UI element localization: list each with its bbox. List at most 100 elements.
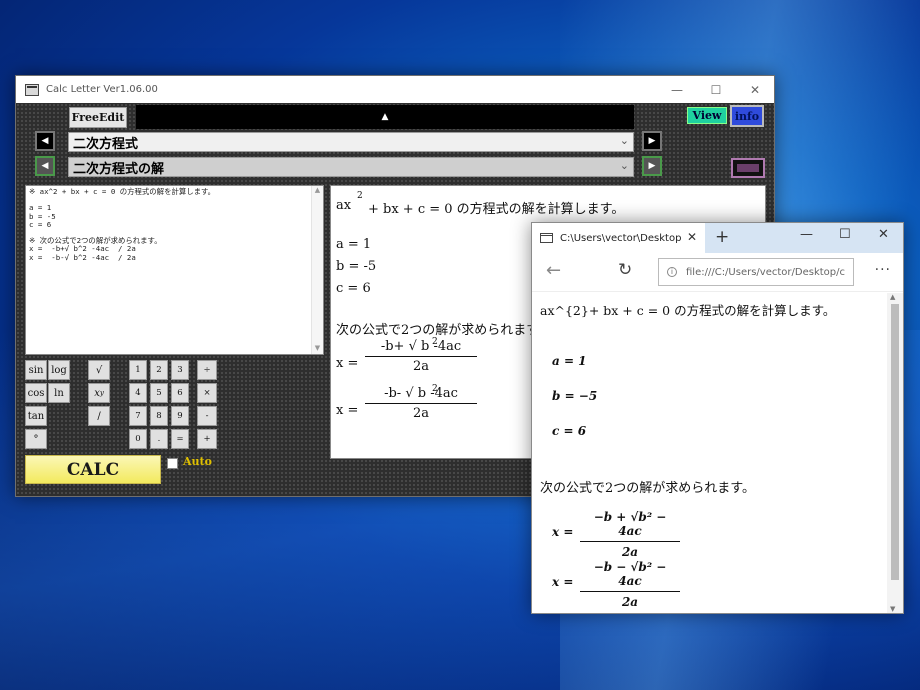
tan-key[interactable]: tan	[25, 406, 47, 426]
fraction-bar	[365, 356, 477, 357]
scroll-up-icon: ▲	[314, 186, 321, 194]
sin-key[interactable]: sin	[25, 360, 47, 380]
key-4[interactable]: 4	[129, 383, 147, 403]
scroll-down-icon: ▼	[314, 344, 321, 352]
formula-editor[interactable]: ※ ax^2 + bx + c = 0 の方程式の解を計算します。 a = 1 …	[25, 185, 324, 355]
preview-x2-numerator: -b- √ b -4ac	[384, 386, 458, 401]
preview-x1-eq: x =	[336, 356, 359, 371]
key-2[interactable]: 2	[150, 360, 168, 380]
editor-scrollbar[interactable]: ▲ ▼	[311, 186, 323, 354]
preview-x1-numerator: -b+ √ b -4ac	[380, 339, 462, 354]
prev-item-button[interactable]: ◀	[35, 156, 55, 176]
key-8[interactable]: 8	[150, 406, 168, 426]
log-key[interactable]: log	[48, 360, 70, 380]
calc-button[interactable]: CALC	[25, 455, 161, 484]
next-item-button[interactable]: ▶	[642, 156, 662, 176]
preview-line1-rest: + bx + c = 0 の方程式の解を計算します。	[368, 202, 625, 217]
url-text: file:///C:/Users/vector/Desktop/c	[686, 266, 845, 278]
degree-key[interactable]: °	[25, 429, 47, 449]
preview-x2-fraction: -b- √ b -4ac 2a	[365, 386, 477, 421]
page-x1-fraction: −b + √b² − 4ac 2a	[580, 510, 680, 559]
browser-close-button[interactable]: ✕	[878, 227, 889, 242]
preview-x2-denominator: 2a	[412, 406, 430, 421]
refresh-icon[interactable]: ↻	[618, 260, 632, 280]
browser-window: C:\Users\vector\Desktop ✕ + — ☐ ✕ ← ↻ i …	[531, 222, 904, 614]
page-x1-eq: x =	[552, 525, 574, 539]
ln-key[interactable]: ln	[48, 383, 70, 403]
window-title: Calc Letter Ver1.06.00	[46, 84, 158, 95]
key-7[interactable]: 7	[129, 406, 147, 426]
dot-key[interactable]: .	[150, 429, 168, 449]
power-key-exp: y	[99, 389, 104, 397]
prev-category-button[interactable]: ◀	[35, 131, 55, 151]
app-icon	[25, 83, 39, 96]
preview-x2-eq: x =	[336, 403, 359, 418]
page-icon	[540, 233, 553, 243]
page-formula-intro: 次の公式で2つの解が求められます。	[540, 481, 755, 496]
info-button[interactable]: info	[730, 105, 764, 127]
slash-key[interactable]: /	[88, 406, 110, 426]
page-a: a = 1	[552, 354, 587, 368]
collapse-bar-button[interactable]: ▲	[136, 105, 634, 129]
key-0[interactable]: 0	[129, 429, 147, 449]
category-select-value: 二次方程式	[73, 136, 139, 152]
key-1[interactable]: 1	[129, 360, 147, 380]
page-x2-eq: x =	[552, 575, 574, 589]
sqrt-key[interactable]: √	[88, 360, 110, 380]
scrollbar-thumb[interactable]	[891, 304, 899, 580]
preview-a: a = 1	[336, 237, 372, 252]
plus-key[interactable]: +	[197, 429, 217, 449]
multiply-key[interactable]: ×	[197, 383, 217, 403]
fraction-bar	[365, 403, 477, 404]
next-category-button[interactable]: ▶	[642, 131, 662, 151]
back-arrow-icon[interactable]: ←	[546, 260, 561, 281]
power-key[interactable]: xy	[88, 383, 110, 403]
color-toggle-button[interactable]	[731, 158, 765, 178]
close-button[interactable]: ✕	[732, 76, 774, 103]
tab-close-icon[interactable]: ✕	[687, 230, 697, 244]
browser-minimize-button[interactable]: —	[800, 227, 813, 242]
triangle-right-icon: ▶	[648, 136, 656, 146]
tab-strip: C:\Users\vector\Desktop ✕ + — ☐ ✕	[532, 223, 903, 253]
preview-c: c = 6	[336, 281, 371, 296]
divide-key[interactable]: ÷	[197, 360, 217, 380]
fraction-bar	[580, 541, 680, 542]
title-bar: Calc Letter Ver1.06.00 — ☐ ✕	[16, 76, 774, 103]
view-button[interactable]: View	[687, 107, 727, 124]
key-3[interactable]: 3	[171, 360, 189, 380]
page-line1: ax^{2}+ bx + c = 0 の方程式の解を計算します。	[540, 303, 836, 318]
equals-key[interactable]: =	[171, 429, 189, 449]
page-x2-fraction: −b − √b² − 4ac 2a	[580, 560, 680, 609]
page-content: ax^{2}+ bx + c = 0 の方程式の解を計算します。 a = 1 b…	[532, 293, 888, 613]
freeedit-button[interactable]: FreeEdit	[69, 107, 127, 128]
minus-key[interactable]: -	[197, 406, 217, 426]
category-select[interactable]: 二次方程式 ⌄	[68, 132, 634, 152]
address-bar[interactable]: i file:///C:/Users/vector/Desktop/c	[658, 258, 854, 286]
info-icon: i	[667, 267, 677, 277]
auto-checkbox[interactable]	[167, 458, 178, 469]
preview-x1-exponent: 2	[432, 337, 438, 347]
preview-line1-ax: ax	[336, 198, 352, 213]
cos-key[interactable]: cos	[25, 383, 47, 403]
scroll-up-icon: ▲	[890, 293, 896, 301]
key-6[interactable]: 6	[171, 383, 189, 403]
preview-formula-intro: 次の公式で2つの解が求められます。	[336, 323, 551, 338]
auto-label: Auto	[183, 455, 212, 468]
key-5[interactable]: 5	[150, 383, 168, 403]
nav-bar: ← ↻ i file:///C:/Users/vector/Desktop/c …	[532, 253, 903, 292]
new-tab-button[interactable]: +	[715, 227, 729, 247]
preview-b: b = -5	[336, 259, 377, 274]
editor-text: ※ ax^2 + bx + c = 0 の方程式の解を計算します。 a = 1 …	[29, 187, 216, 262]
browser-tab[interactable]: C:\Users\vector\Desktop ✕	[532, 223, 705, 253]
item-select[interactable]: 二次方程式の解 ⌄	[68, 157, 634, 177]
triangle-right-icon: ▶	[648, 161, 656, 171]
chevron-down-icon: ⌄	[619, 134, 629, 147]
page-scrollbar[interactable]: ▲ ▼	[887, 293, 903, 613]
browser-maximize-button[interactable]: ☐	[839, 227, 851, 242]
key-9[interactable]: 9	[171, 406, 189, 426]
more-menu-icon[interactable]: ···	[875, 262, 891, 278]
item-select-value: 二次方程式の解	[73, 161, 165, 177]
page-c: c = 6	[552, 424, 587, 438]
scroll-down-icon: ▼	[890, 605, 896, 613]
triangle-left-icon: ◀	[41, 161, 49, 171]
